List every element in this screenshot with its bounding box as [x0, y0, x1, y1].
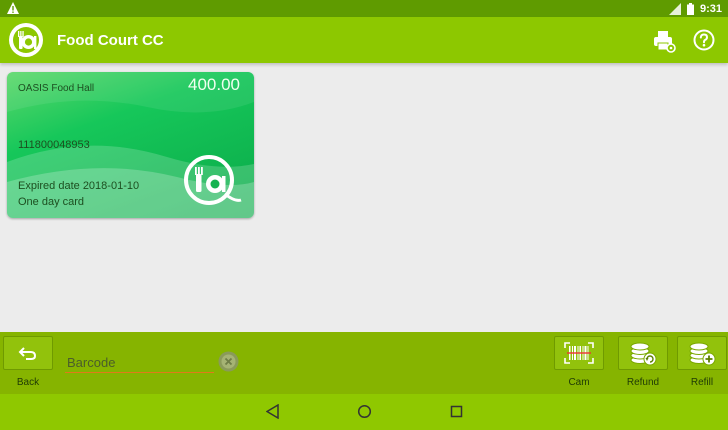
cam-button[interactable] [554, 336, 604, 370]
clock: 9:31 [699, 2, 722, 15]
bottom-toolbar: Back Cam [0, 332, 728, 394]
card-expired-date: Expired date 2018-01-10 [18, 180, 140, 192]
refill-label: Refill [690, 377, 714, 388]
navigation-bar [0, 394, 728, 430]
battery-icon [686, 2, 694, 15]
nav-back-icon[interactable] [266, 404, 280, 419]
refill-button[interactable] [677, 336, 727, 370]
card-logo-icon [184, 155, 242, 205]
status-bar: 9:31 [0, 0, 728, 17]
app-bar: Food Court CC [0, 17, 728, 63]
nav-recents-icon[interactable] [450, 405, 463, 418]
coins-refund-icon [630, 342, 657, 366]
coins-add-icon [689, 342, 716, 366]
cam-label: Cam [568, 377, 590, 388]
barcode-scanner-icon [564, 342, 594, 364]
warning-icon [7, 2, 19, 14]
card-type: One day card [18, 196, 85, 208]
back-button[interactable] [3, 336, 53, 370]
card-number: 111800048953 [18, 139, 90, 151]
back-label: Back [16, 377, 40, 388]
app-logo-icon [9, 23, 43, 57]
nav-home-icon[interactable] [357, 404, 372, 419]
signal-icon [668, 2, 681, 15]
card-amount: 400.00 [188, 75, 240, 94]
undo-icon [18, 347, 37, 360]
refund-button[interactable] [618, 336, 668, 370]
clear-barcode-icon[interactable] [218, 351, 239, 372]
card-name: OASIS Food Hall [18, 83, 95, 94]
help-icon[interactable] [693, 29, 715, 51]
food-card[interactable]: OASIS Food Hall 400.00 111800048953 Expi… [7, 72, 254, 218]
refund-label: Refund [626, 377, 660, 388]
app-title: Food Court CC [57, 32, 164, 49]
barcode-input[interactable] [65, 352, 214, 373]
printer-icon[interactable] [652, 29, 676, 53]
